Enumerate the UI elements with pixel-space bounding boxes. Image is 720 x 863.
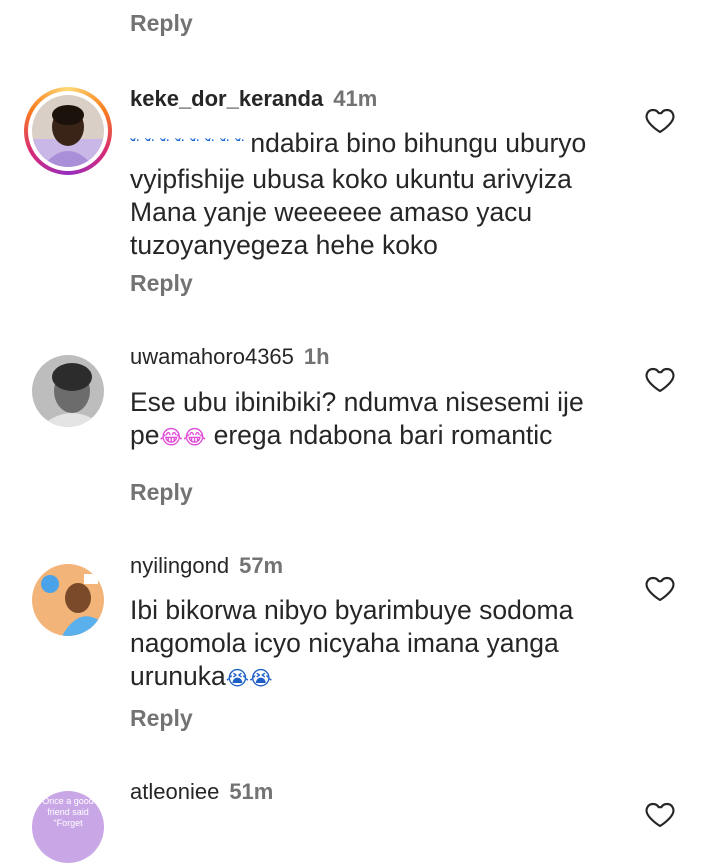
avatar[interactable] (32, 564, 104, 636)
comment-text: Ese ubu ibinibiki? ndumva nisesemi ije p… (130, 386, 620, 455)
crying-emoji: ˇ̈ ˇ̈ ˇ̈ ˇ̈ ˇ̈ ˇ̈ ˇ̈ ˇ̈ (130, 136, 243, 156)
username[interactable]: atleoniee (130, 779, 219, 804)
heart-outline-icon[interactable] (643, 798, 677, 830)
avatar-story-ring[interactable] (24, 87, 112, 175)
comment-time: 1h (303, 344, 330, 369)
comment-text: ˇ̈ ˇ̈ ˇ̈ ˇ̈ ˇ̈ ˇ̈ ˇ̈ ˇ̈ ndabira bino bih… (130, 127, 620, 262)
reply-button[interactable]: Reply (130, 479, 193, 506)
comment-body: Ibi bikorwa nibyo byarimbuye sodoma nago… (130, 595, 574, 691)
comment-time: 57m (239, 553, 284, 578)
comment-time: 41m (333, 86, 378, 111)
reply-button[interactable]: Reply (130, 705, 193, 732)
heart-outline-icon[interactable] (643, 363, 677, 395)
comment-meta: atleoniee 51m (130, 779, 273, 805)
comment-time: 51m (229, 779, 274, 804)
avatar[interactable] (32, 355, 104, 427)
comment-meta: uwamahoro4365 1h (130, 344, 330, 370)
reply-button[interactable]: Reply (130, 10, 193, 37)
comment-text: Ibi bikorwa nibyo byarimbuye sodoma nago… (130, 594, 620, 696)
reply-button[interactable]: Reply (130, 270, 193, 297)
avatar[interactable]: Once a good friend said "Forget (32, 791, 104, 863)
heart-outline-icon[interactable] (643, 104, 677, 136)
laughing-emoji: 😂😂 (159, 427, 207, 449)
crying-emoji: 😭😭 (225, 668, 273, 690)
avatar (32, 95, 104, 167)
avatar-caption: Once a good friend said "Forget (42, 796, 94, 828)
comment-meta: nyilingond 57m (130, 553, 283, 579)
comment-body-end: erega ndabona bari romantic (206, 420, 553, 450)
username[interactable]: nyilingond (130, 553, 229, 578)
heart-outline-icon[interactable] (643, 572, 677, 604)
username[interactable]: uwamahoro4365 (130, 344, 294, 369)
comment-meta: keke_dor_keranda 41m (130, 86, 377, 112)
username[interactable]: keke_dor_keranda (130, 86, 323, 111)
